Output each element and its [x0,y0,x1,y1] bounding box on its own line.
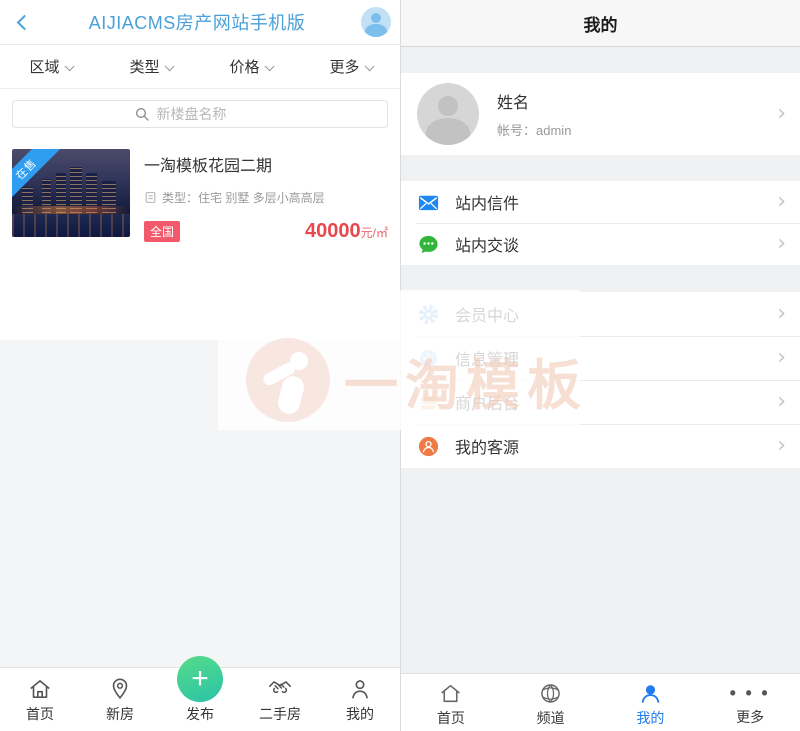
chevron-right-icon: › [777,103,786,125]
property-type-text: 类型：住宅 别墅 多层小高高层 [162,189,325,206]
menu-item-my-customers[interactable]: 我的客源 › [401,424,800,468]
nav-mine-active[interactable]: 我的 [601,674,701,731]
listing-bottom-nav: 首页 新房 + 发布 [0,667,400,731]
profile-bottom-nav: 首页 频道 我的 • • • 更多 [401,673,800,731]
profile-texts: 姓名 帐号：admin [497,89,571,139]
nav-new-house[interactable]: 新房 [80,668,160,731]
search-icon [134,106,150,122]
globe-icon [538,681,563,706]
gear-icon [416,302,440,326]
messages-menu-group: 站内信件 › 站内交谈 › [401,181,800,265]
publish-plus-icon: + [177,656,223,702]
region-badge: 全国 [144,221,180,242]
empty-area [401,468,800,673]
menu-item-member-center[interactable]: 会员中心 › [401,292,800,336]
mail-icon [416,190,440,214]
customer-icon [416,434,440,458]
chevron-down-icon [364,61,374,71]
user-avatar-icon [361,7,391,37]
price-unit: 元/㎡ [361,226,388,240]
menu-item-site-chat[interactable]: 站内交谈 › [401,223,800,265]
person-filled-icon [638,681,663,706]
profile-header: 我的 [401,0,800,47]
chevron-right-icon: › [777,191,786,213]
nav-mine[interactable]: 我的 [320,668,400,731]
filter-more[interactable]: 更多 [300,56,400,77]
header-avatar-button[interactable] [352,7,400,37]
menu-item-site-mail[interactable]: 站内信件 › [401,181,800,223]
search-box[interactable] [12,100,388,128]
nav-home[interactable]: 首页 [401,674,501,731]
back-chevron-icon [16,14,32,30]
menu-item-info-manage[interactable]: 信息管理 › [401,336,800,380]
chevron-right-icon: › [777,303,786,325]
nav-second-hand[interactable]: 二手房 [240,668,320,731]
section-gap [401,155,800,181]
price-block: 40000元/㎡ [305,220,388,243]
profile-card[interactable]: 姓名 帐号：admin › [401,73,800,155]
on-sale-ribbon: 在售 [12,149,60,203]
price-value: 40000 [305,220,361,242]
nav-publish[interactable]: + 发布 [160,668,240,731]
map-pin-icon [107,676,133,702]
search-section [0,89,400,139]
ellipsis-icon: • • • [730,681,771,705]
property-bottom-row: 全国 40000元/㎡ [144,220,388,243]
profile-account: 帐号：admin [497,120,571,139]
chevron-right-icon: › [777,391,786,413]
nav-more[interactable]: • • • 更多 [700,674,800,731]
back-button[interactable] [0,17,42,28]
property-title[interactable]: 一淘模板花园二期 [144,152,388,176]
search-input[interactable] [157,106,267,122]
empty-list-area [0,340,400,667]
circle-plus-icon [416,346,440,370]
property-info: 一淘模板花园二期 类型：住宅 别墅 多层小高高层 全国 40000元/㎡ [130,149,388,243]
chevron-right-icon: › [777,435,786,457]
property-card[interactable]: 在售 一淘模板花园二期 类型：住宅 别墅 多层小高高层 全国 40000元/㎡ [0,139,400,253]
app-title: AIJIACMS房产网站手机版 [42,9,352,35]
chevron-down-icon [264,61,274,71]
filter-bar: 区域 类型 价格 更多 [0,45,400,89]
nav-home[interactable]: 首页 [0,668,80,731]
person-icon [347,676,373,702]
property-meta: 类型：住宅 别墅 多层小高高层 [144,189,388,206]
page-title: 我的 [584,11,618,36]
filter-price[interactable]: 价格 [200,56,300,77]
handshake-icon [267,676,293,702]
profile-screen: 我的 姓名 帐号：admin › [400,0,800,731]
home-icon [438,681,463,706]
document-icon [144,191,157,204]
two-screen-composite: AIJIACMS房产网站手机版 区域 类型 价格 更多 [0,0,800,731]
listing-screen: AIJIACMS房产网站手机版 区域 类型 价格 更多 [0,0,400,731]
profile-name: 姓名 [497,89,571,113]
content-spacer [0,253,400,340]
filter-region[interactable]: 区域 [0,56,100,77]
listing-header: AIJIACMS房产网站手机版 [0,0,400,45]
chevron-down-icon [164,61,174,71]
profile-avatar [417,83,479,145]
chevron-down-icon [64,61,74,71]
wallet-icon [416,390,440,414]
home-icon [27,676,53,702]
menu-item-merchant-backend[interactable]: 商户后台 › [401,380,800,424]
chevron-right-icon: › [777,347,786,369]
property-photo: 在售 [12,149,130,237]
filter-type[interactable]: 类型 [100,56,200,77]
chat-icon [416,232,440,256]
chevron-right-icon: › [777,233,786,255]
section-gap [401,265,800,292]
section-gap [401,47,800,73]
account-menu-group: 会员中心 › 信息管理 › [401,292,800,468]
nav-channels[interactable]: 频道 [501,674,601,731]
